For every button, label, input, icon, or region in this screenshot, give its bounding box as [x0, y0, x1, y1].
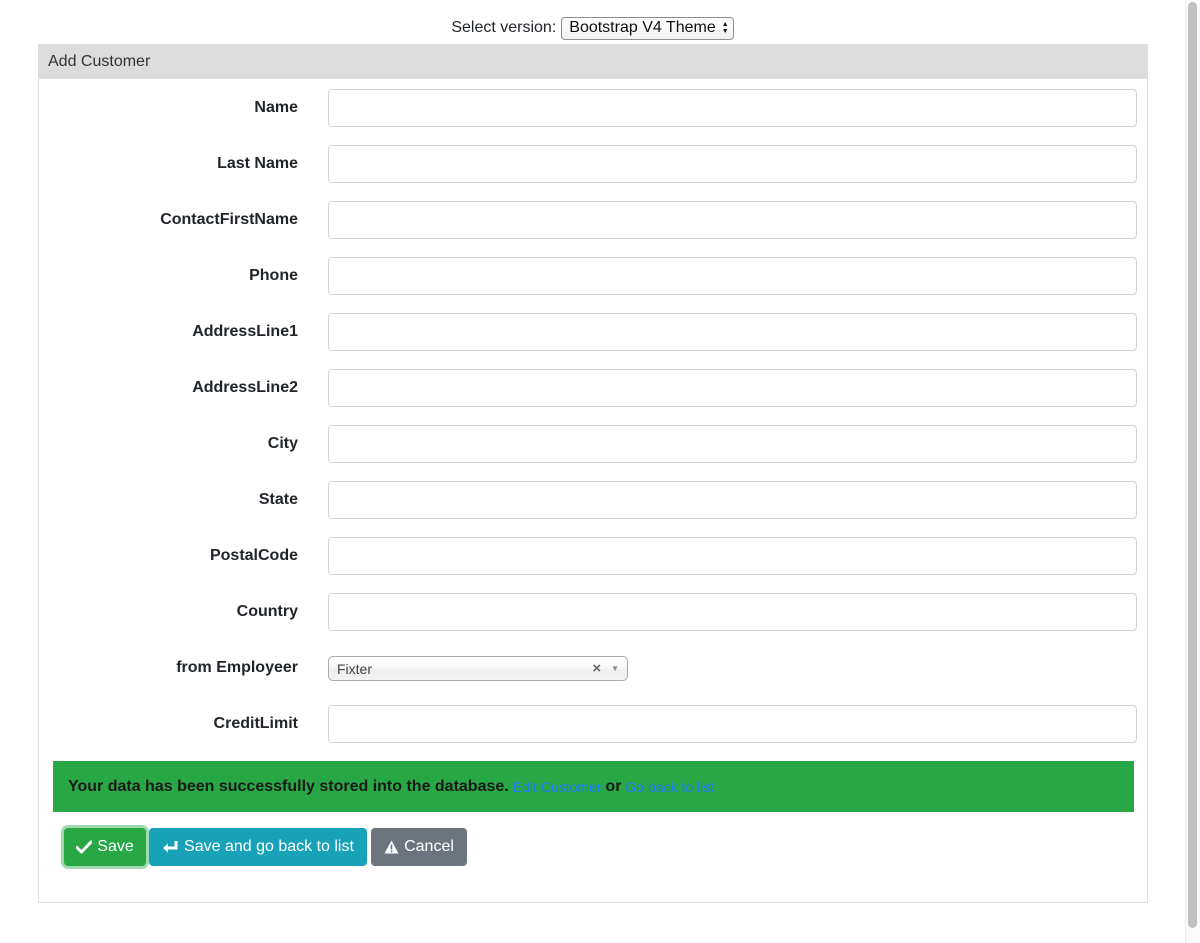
field-row-city: City: [39, 425, 1147, 463]
cancel-button-label: Cancel: [404, 838, 454, 855]
warning-icon: [384, 840, 399, 854]
field-label-phone: Phone: [249, 267, 298, 284]
field-row-credit-limit: CreditLimit: [39, 705, 1147, 743]
employeer-select[interactable]: Fixter × ▼: [328, 656, 628, 681]
save-button-label: Save: [97, 838, 134, 855]
field-label-state: State: [258, 491, 298, 508]
version-selector-bar: Select version: Bootstrap V4 Theme ▲ ▼: [0, 14, 1185, 42]
name-input[interactable]: [328, 89, 1137, 127]
save-and-go-back-label: Save and go back to list: [184, 838, 354, 855]
alert-separator: or: [605, 777, 622, 795]
state-input[interactable]: [328, 481, 1137, 519]
alert-message: Your data has been successfully stored i…: [68, 777, 509, 795]
clear-icon[interactable]: ×: [592, 660, 601, 677]
address-line2-input[interactable]: [328, 369, 1137, 407]
field-label-country: Country: [236, 603, 298, 620]
cancel-button[interactable]: Cancel: [371, 828, 467, 866]
panel-header: Add Customer: [39, 45, 1147, 79]
select-arrows-icon: ▲ ▼: [721, 21, 729, 35]
field-row-country: Country: [39, 593, 1147, 631]
field-label-contact-first-name: ContactFirstName: [160, 211, 298, 228]
field-row-postal-code: PostalCode: [39, 537, 1147, 575]
country-input[interactable]: [328, 593, 1137, 631]
field-label-postal-code: PostalCode: [209, 547, 298, 564]
field-label-employeer: from Employeer: [176, 659, 298, 676]
field-row-state: State: [39, 481, 1147, 519]
postal-code-input[interactable]: [328, 537, 1137, 575]
version-select-value: Bootstrap V4 Theme: [569, 19, 716, 36]
phone-input[interactable]: [328, 257, 1137, 295]
field-label-last-name: Last Name: [217, 155, 298, 172]
credit-limit-input[interactable]: [328, 705, 1137, 743]
address-line1-input[interactable]: [328, 313, 1137, 351]
field-label-address-line2: AddressLine2: [192, 379, 298, 396]
field-row-contact-first-name: ContactFirstName: [39, 201, 1147, 239]
version-select[interactable]: Bootstrap V4 Theme ▲ ▼: [561, 16, 734, 40]
edit-customer-link[interactable]: Edit Customer: [513, 779, 602, 795]
panel-title: Add Customer: [48, 53, 151, 70]
contact-first-name-input[interactable]: [328, 201, 1137, 239]
field-row-name: Name: [39, 89, 1147, 127]
success-alert: Your data has been successfully stored i…: [53, 761, 1134, 812]
field-label-city: City: [267, 435, 298, 452]
field-label-address-line1: AddressLine1: [192, 323, 298, 340]
field-label-credit-limit: CreditLimit: [213, 715, 298, 732]
add-customer-panel: Add Customer Name Last Name ContactFirst…: [38, 44, 1148, 903]
return-icon: [162, 840, 179, 854]
last-name-input[interactable]: [328, 145, 1137, 183]
field-row-address-line1: AddressLine1: [39, 313, 1147, 351]
field-row-address-line2: AddressLine2: [39, 369, 1147, 407]
field-row-employeer: from Employeer Fixter × ▼: [39, 649, 1147, 687]
field-label-name: Name: [254, 99, 298, 116]
field-row-last-name: Last Name: [39, 145, 1147, 183]
scrollbar-thumb[interactable]: [1188, 2, 1197, 928]
version-label: Select version:: [451, 19, 557, 36]
employeer-select-value: Fixter: [337, 660, 372, 677]
save-button[interactable]: Save: [64, 828, 146, 866]
field-row-phone: Phone: [39, 257, 1147, 295]
save-and-go-back-button[interactable]: Save and go back to list: [149, 828, 367, 866]
check-icon: [76, 840, 93, 854]
go-back-to-list-link[interactable]: Go back to list: [625, 779, 714, 795]
chevron-down-icon[interactable]: ▼: [611, 664, 619, 673]
city-input[interactable]: [328, 425, 1137, 463]
